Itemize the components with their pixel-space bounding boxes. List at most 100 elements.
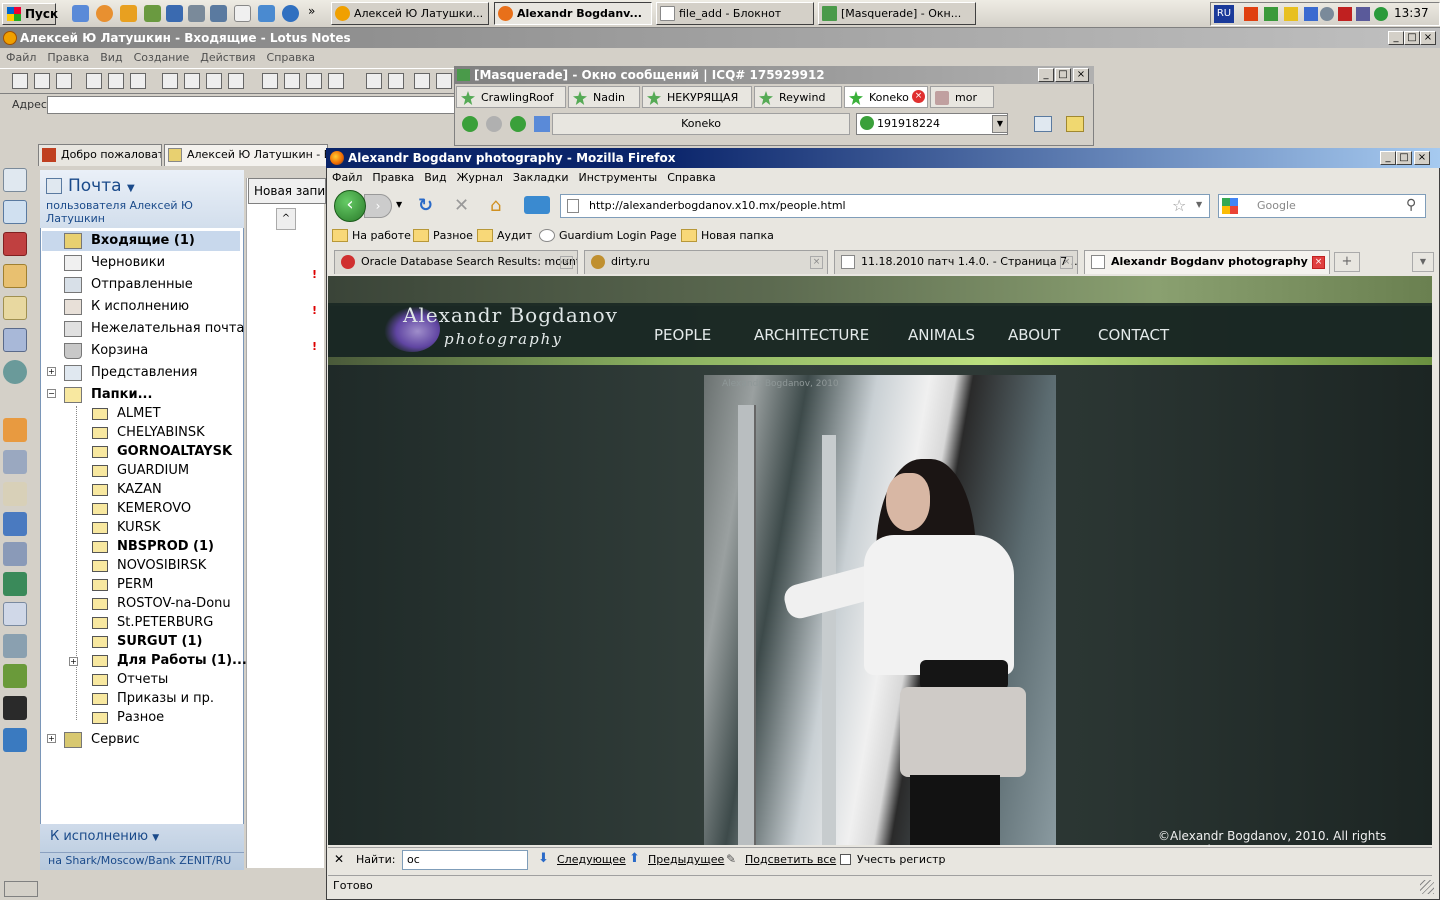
send-icon[interactable] [108,73,124,89]
highlight-all-button[interactable]: Подсветить все [745,853,836,866]
arrow-down-icon[interactable] [306,73,322,89]
resize-grip-icon[interactable] [1420,880,1434,894]
todo-icon[interactable] [3,264,27,288]
tray-icon[interactable] [1264,7,1278,21]
menu-item[interactable]: Справка [267,51,315,64]
app-icon[interactable] [166,5,183,22]
close-tab-icon[interactable]: × [912,90,925,103]
icq-tab[interactable]: mor [930,86,994,108]
google-icon[interactable] [1222,198,1238,214]
app-icon[interactable] [3,728,27,752]
bookmark-link[interactable]: Guardium Login Page ... [539,228,691,244]
open-icon[interactable] [56,73,72,89]
nav-item-trash[interactable]: Корзина [64,341,148,361]
site-logo-name[interactable]: Alexandr Bogdanov [403,303,618,327]
lotus-icon[interactable] [96,5,113,22]
paste-icon[interactable] [206,73,222,89]
icq-tab[interactable]: CrawlingRoof [456,86,566,108]
find-next-button[interactable]: Следующее [557,853,626,866]
app-icon[interactable] [210,5,227,22]
taskbar-button-firefox[interactable]: Alexandr Bogdanv... [494,2,652,25]
bookmark-folder[interactable]: Новая папка [681,228,774,244]
folder-item[interactable]: GUARDIUM [90,461,189,480]
copy-icon[interactable] [184,73,200,89]
browser-tab[interactable]: dirty.ru × [584,250,828,274]
site-logo-subtitle[interactable]: photography [444,330,563,348]
contacts-icon[interactable] [3,232,27,256]
folder-item[interactable]: Отчеты [90,670,168,689]
tab-inbox[interactable]: Алексей Ю Латушкин - Вход [164,144,328,166]
folder-item[interactable]: Разное [90,708,164,727]
mail-icon[interactable] [3,168,27,192]
ie-icon[interactable] [282,5,299,22]
folder-item[interactable]: PERM [90,575,153,594]
chevron-down-icon[interactable]: ▼ [1196,200,1202,209]
nav-item-drafts[interactable]: Черновики [64,253,165,273]
notebook-icon[interactable] [3,296,27,320]
folder-icon[interactable] [3,482,27,506]
app-icon[interactable] [258,5,275,22]
nav-title[interactable]: Почта ▼ [68,176,135,196]
browser-tab[interactable]: 11.18.2010 патч 1.4.0. - Страница 7 ... × [834,250,1078,274]
database-icon[interactable] [3,328,27,352]
folder-item[interactable]: CHELYABINSK [90,423,205,442]
arrow-up-icon[interactable] [284,73,300,89]
folder-item[interactable]: St.PETERBURG [90,613,213,632]
maximize-button[interactable]: □ [1396,151,1412,165]
expand-icon[interactable]: + [69,657,78,666]
folder-item[interactable]: KAZAN [90,480,162,499]
url-bar[interactable]: http://alexanderbogdanov.x10.mx/people.h… [560,194,1210,218]
cut-icon[interactable] [162,73,178,89]
maximize-button[interactable]: □ [1404,31,1420,45]
menu-item[interactable]: Закладки [513,171,569,184]
nav-item-views[interactable]: Представления [64,363,197,383]
plus-icon[interactable] [414,73,430,89]
save-icon[interactable] [34,73,50,89]
folder-item[interactable]: Для Работы (1)... [90,651,247,670]
match-case-checkbox[interactable] [840,854,851,865]
close-button[interactable]: × [1420,31,1436,45]
browser-tab[interactable]: Oracle Database Search Results: mount × [334,250,578,274]
taskbar-button-lotus[interactable]: Алексей Ю Латушки... [331,2,489,25]
taskbar-button-notepad[interactable]: file_add - Блокнот [656,2,814,25]
star-icon[interactable] [366,73,382,89]
chevron-down-icon[interactable]: ▼ [992,115,1008,133]
folder-item[interactable]: NOVOSIBIRSK [90,556,206,575]
icq-tab[interactable]: НЕКУРЯЩАЯ [642,86,752,108]
folder-item[interactable]: ROSTOV-na-Donu [90,594,231,613]
minus-icon[interactable] [436,73,452,89]
nav-item-folders[interactable]: Папки... [64,385,152,405]
edit-icon[interactable] [86,73,102,89]
info-icon[interactable] [534,116,550,132]
site-menu-contact[interactable]: CONTACT [1098,326,1169,344]
site-menu-about[interactable]: ABOUT [1008,326,1060,344]
close-button[interactable]: × [1073,68,1089,82]
icq-tab[interactable]: Nadin [568,86,640,108]
icq-tab[interactable]: Reywind [754,86,842,108]
close-tab-icon[interactable]: × [560,256,573,269]
folder-icon[interactable] [1066,116,1084,132]
home-icon[interactable]: ⌂ [490,196,510,216]
back-button[interactable]: ‹ [334,190,366,222]
chevron-right-icon[interactable]: » [308,4,315,18]
close-tab-icon[interactable]: × [1060,256,1073,269]
app-icon[interactable] [3,512,27,536]
app-icon[interactable] [3,634,27,658]
close-button[interactable]: × [1414,151,1430,165]
minimize-button[interactable]: _ [1038,68,1054,82]
minimize-button[interactable]: _ [1388,31,1404,45]
contact-card-icon[interactable] [1034,116,1052,132]
database-icon[interactable] [3,450,27,474]
sms-icon[interactable] [510,116,526,132]
taskbar-button-icq[interactable]: [Masquerade] - Окн... [818,2,976,25]
bookmark-folder[interactable]: Аудит [477,228,532,244]
chat-icon[interactable] [3,360,27,384]
tray-icon[interactable] [1338,7,1352,21]
tab-list-icon[interactable]: ▼ [1412,252,1434,272]
address-input[interactable] [47,96,457,114]
calendar-icon[interactable] [3,200,27,224]
bookmark-star-icon[interactable]: ☆ [1172,196,1186,215]
tray-icon[interactable] [1304,7,1318,21]
app-icon[interactable] [188,5,205,22]
start-button[interactable]: Пуск [2,3,58,25]
